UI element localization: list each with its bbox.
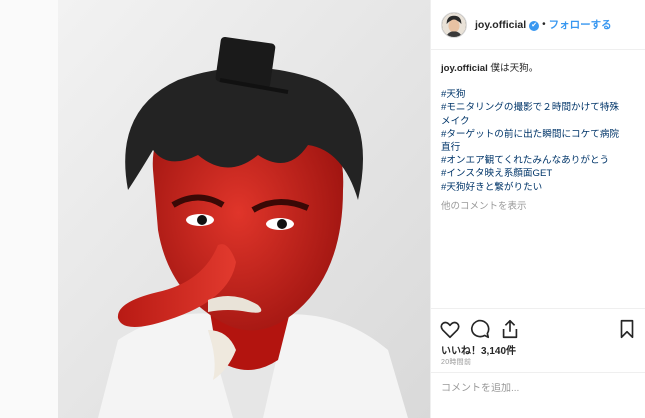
action-bar xyxy=(431,308,645,342)
hashtag-list: #天狗 #モニタリングの撮影で２時間かけて特殊 メイク #ターゲットの前に出た瞬… xyxy=(441,88,635,194)
heart-icon[interactable] xyxy=(439,318,461,340)
caption-text: 僕は天狗。 xyxy=(490,63,539,74)
hashtag-line[interactable]: #ターゲットの前に出た瞬間にコケて病院 xyxy=(441,128,635,141)
hashtag-line: 直行 xyxy=(441,142,461,154)
hashtag-line[interactable]: #インスタ映え系顔面GET xyxy=(441,167,635,180)
comment-input[interactable] xyxy=(441,383,636,394)
post-photo[interactable] xyxy=(58,0,430,418)
instagram-post-embed: joy.official ✔ • フォローする joy.official 僕は天狗… xyxy=(0,0,645,418)
post-username[interactable]: joy.official ✔ xyxy=(475,19,540,31)
hashtag-line[interactable]: #天狗 xyxy=(441,88,635,101)
verified-badge-icon: ✔ xyxy=(529,20,540,31)
post-sidebar: joy.official ✔ • フォローする joy.official 僕は天狗… xyxy=(430,0,645,418)
comment-box xyxy=(431,372,645,418)
hashtag-line: メイク xyxy=(441,115,470,127)
likes-count[interactable]: いいね！3,140件 xyxy=(441,342,516,357)
hashtag-line[interactable]: #天狗好きと繋がりたい xyxy=(441,181,635,194)
username-text[interactable]: joy.official xyxy=(475,19,526,31)
share-icon[interactable] xyxy=(499,318,521,340)
hashtag-line[interactable]: #オンエア観てくれたみんなありがとう xyxy=(441,154,635,167)
caption-line: joy.official 僕は天狗。 xyxy=(441,62,635,75)
tengu-photo-illustration xyxy=(58,0,430,418)
separator-dot: • xyxy=(542,19,546,30)
caption-username[interactable]: joy.official xyxy=(441,63,488,74)
avatar-image xyxy=(442,12,466,37)
view-more-comments-link[interactable]: 他のコメントを表示 xyxy=(441,200,635,213)
hashtag-line[interactable]: #モニタリングの撮影で２時間かけて特殊 xyxy=(441,101,635,114)
follow-button[interactable]: フォローする xyxy=(549,17,612,32)
comment-icon[interactable] xyxy=(469,318,491,340)
post-timestamp[interactable]: 20時間前 xyxy=(441,357,471,367)
post-header: joy.official ✔ • フォローする xyxy=(431,0,645,50)
bookmark-icon[interactable] xyxy=(616,318,638,340)
avatar[interactable] xyxy=(441,11,467,38)
post-caption: joy.official 僕は天狗。 #天狗 #モニタリングの撮影で２時間かけて… xyxy=(431,50,645,298)
